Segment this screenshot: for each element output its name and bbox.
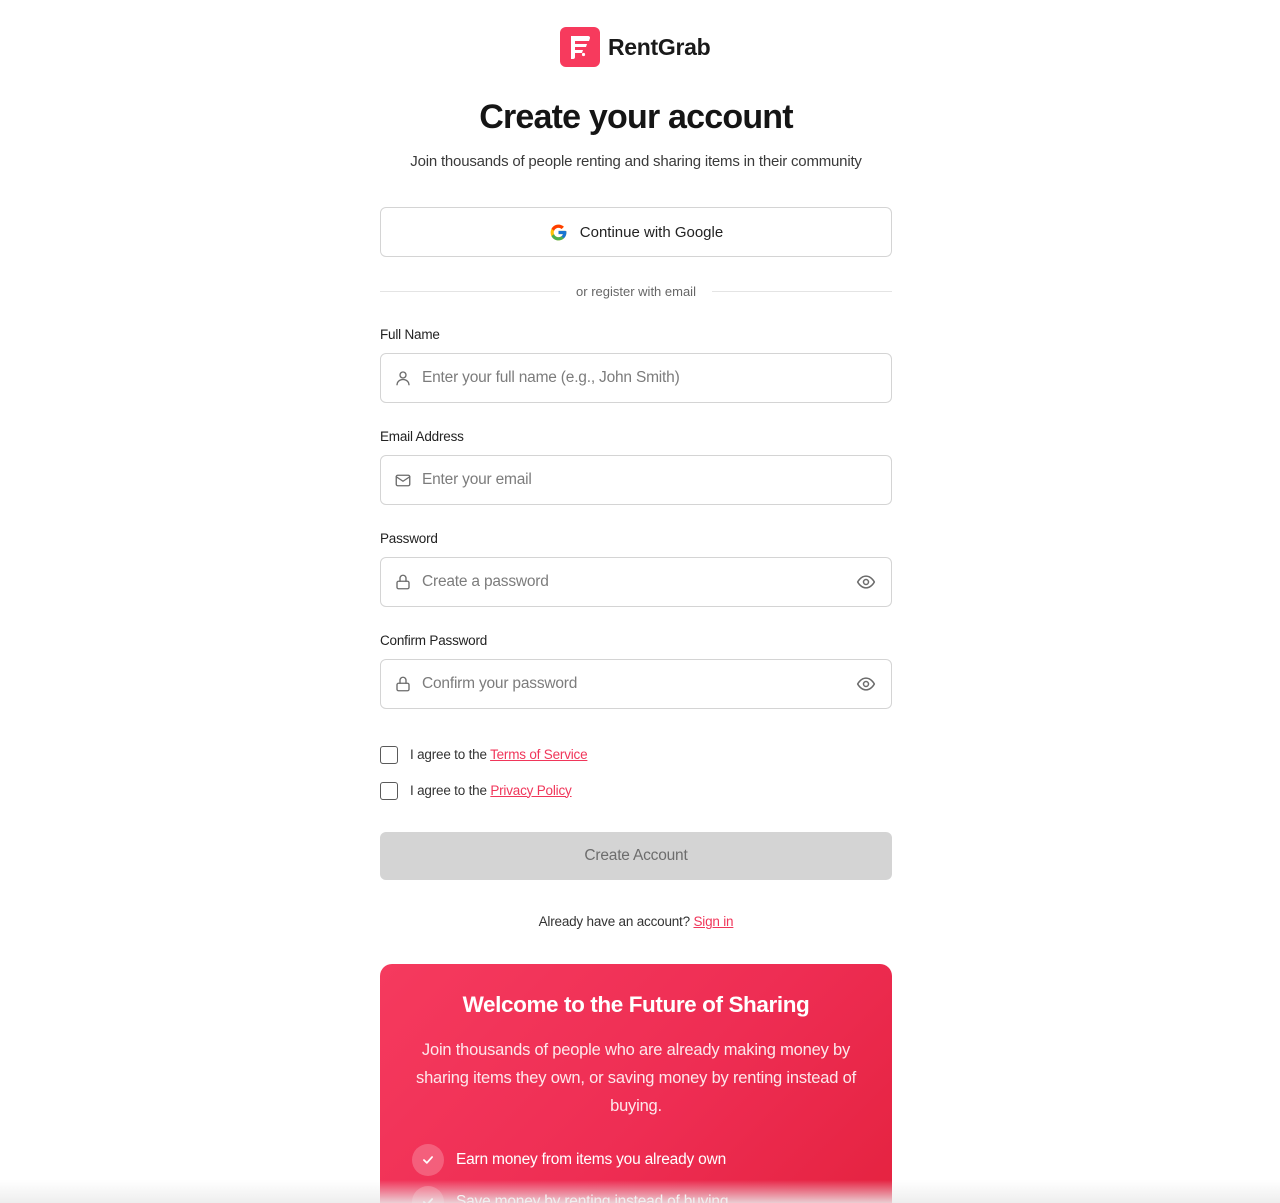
google-button-label: Continue with Google [579, 223, 724, 241]
terms-prefix: I agree to the [410, 746, 487, 762]
password-visibility-toggle-eye-icon[interactable] [855, 571, 877, 593]
privacy-agreement-row: I agree to the Privacy Policy [380, 780, 572, 800]
terms-checkbox[interactable] [380, 746, 398, 764]
password-input[interactable] [422, 558, 855, 606]
terms-of-service-link[interactable]: Terms of Service [490, 747, 588, 762]
brand[interactable]: RentGrab [560, 27, 711, 67]
brand-name: RentGrab [608, 33, 711, 60]
check-icon [412, 1144, 444, 1176]
google-icon [549, 223, 568, 242]
email-field[interactable] [380, 455, 892, 505]
signup-page: RentGrab Create your account Join thousa… [0, 0, 1280, 1203]
password-label: Password [380, 531, 438, 546]
full-name-field[interactable] [380, 353, 892, 403]
confirm-password-input[interactable] [422, 660, 855, 708]
full-name-label: Full Name [380, 327, 440, 342]
confirm-password-visibility-toggle-eye-icon[interactable] [855, 673, 877, 695]
divider-line-left [380, 290, 561, 292]
full-name-input[interactable] [422, 354, 891, 402]
mail-icon [394, 471, 412, 489]
divider-text: or register with email [576, 283, 696, 299]
privacy-agreement-text: I agree to the Privacy Policy [410, 783, 572, 798]
lock-icon [394, 573, 412, 591]
confirm-password-field[interactable] [380, 659, 892, 709]
benefit-item: Save money by renting instead of buying [412, 1186, 728, 1203]
benefit-text: Earn money from items you already own [456, 1151, 726, 1168]
continue-with-google-button[interactable]: Continue with Google [380, 207, 892, 257]
lock-icon [394, 675, 412, 693]
privacy-checkbox[interactable] [380, 782, 398, 800]
terms-agreement-text: I agree to the Terms of Service [410, 746, 588, 762]
privacy-policy-link[interactable]: Privacy Policy [490, 783, 571, 798]
privacy-prefix: I agree to the [410, 782, 487, 798]
email-label: Email Address [380, 429, 464, 444]
welcome-promo-card: Welcome to the Future of Sharing Join th… [380, 964, 892, 1203]
or-divider: or register with email [380, 281, 892, 301]
benefit-item: Earn money from items you already own [412, 1144, 726, 1176]
confirm-password-label: Confirm Password [380, 633, 488, 648]
divider-line-right [711, 290, 892, 292]
page-subtitle: Join thousands of people renting and sha… [410, 153, 862, 170]
password-field[interactable] [380, 557, 892, 607]
user-icon [394, 369, 412, 387]
benefit-text: Save money by renting instead of buying [456, 1193, 729, 1203]
create-account-button[interactable]: Create Account [380, 832, 892, 880]
terms-agreement-row: I agree to the Terms of Service [380, 744, 588, 764]
rentgrab-logo-icon [560, 27, 600, 67]
promo-text: Join thousands of people who are already… [416, 1041, 856, 1115]
sign-in-link[interactable]: Sign in [693, 914, 733, 929]
email-input[interactable] [422, 456, 891, 504]
check-icon [412, 1186, 444, 1203]
signin-prompt: Already have an account? Sign in [0, 914, 1272, 929]
page-title: Create your account [479, 98, 793, 136]
signin-prompt-text: Already have an account? [538, 914, 691, 929]
promo-title: Welcome to the Future of Sharing [462, 992, 810, 1017]
